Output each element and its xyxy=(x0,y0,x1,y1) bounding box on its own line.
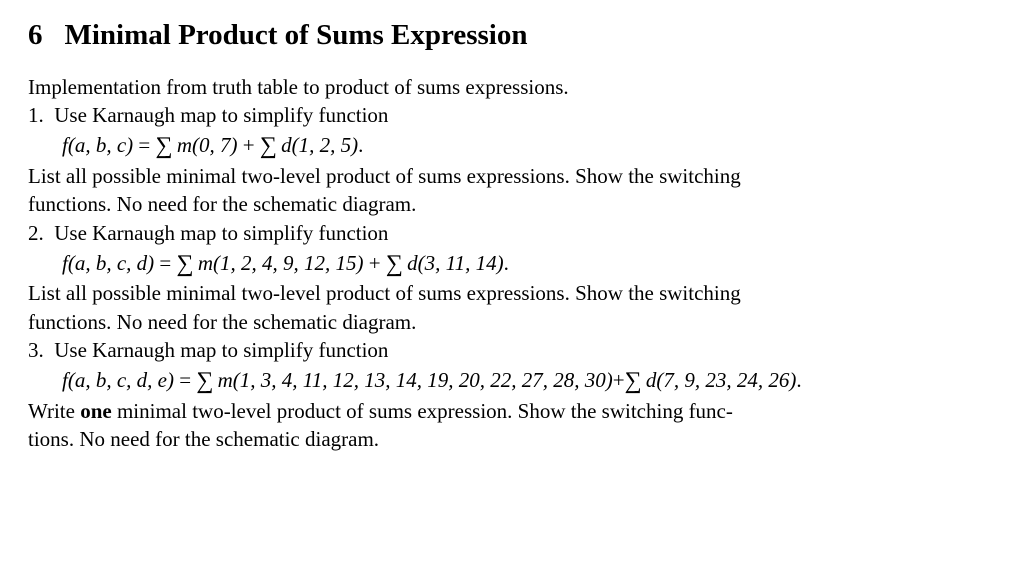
q3-tail-b: tions. No need for the schematic diagram… xyxy=(28,425,996,453)
q3-tail-a: Write xyxy=(28,399,80,423)
q1-dlist: d(1, 2, 5) xyxy=(281,133,358,157)
q3-fn-lhs: f(a, b, c, d, e) xyxy=(62,368,174,392)
q3-mlist: m(1, 3, 4, 11, 12, 13, 14, 19, 20, 22, 2… xyxy=(218,368,613,392)
q1-mlist: m(0, 7) xyxy=(177,133,238,157)
q1-fn: f(a, b, c) = ∑ m(0, 7) + ∑ d(1, 2, 5). xyxy=(28,129,996,161)
sigma-icon: ∑ xyxy=(260,133,277,159)
dot: . xyxy=(504,251,509,275)
section-title: Minimal Product of Sums Expression xyxy=(65,19,528,51)
dot: . xyxy=(358,133,363,157)
q2-tail-a: List all possible minimal two-level prod… xyxy=(28,279,996,307)
sigma-icon: ∑ xyxy=(177,251,194,277)
plus-no-space: + xyxy=(613,368,625,392)
q3-number: 3. xyxy=(28,338,44,362)
q2-fn-lhs: f(a, b, c, d) xyxy=(62,251,154,275)
q1-fn-lhs: f(a, b, c) xyxy=(62,133,133,157)
intro-line: Implementation from truth table to produ… xyxy=(28,73,996,101)
plus: + xyxy=(237,133,259,157)
q2-tail-b: functions. No need for the schematic dia… xyxy=(28,308,996,336)
sigma-icon: ∑ xyxy=(196,368,213,394)
sigma-icon: ∑ xyxy=(625,368,642,394)
q3-dlist: d(7, 9, 23, 24, 26) xyxy=(646,368,797,392)
q2-lead: 2. Use Karnaugh map to simplify function xyxy=(28,219,996,247)
sigma-icon: ∑ xyxy=(156,133,173,159)
q2-mlist: m(1, 2, 4, 9, 12, 15) xyxy=(198,251,364,275)
q1-tail-b: functions. No need for the schematic dia… xyxy=(28,190,996,218)
eq: = xyxy=(133,133,155,157)
eq: = xyxy=(174,368,196,392)
eq: = xyxy=(154,251,176,275)
q2-number: 2. xyxy=(28,221,44,245)
body-text: Implementation from truth table to produ… xyxy=(28,73,996,454)
q2-lead-text: Use Karnaugh map to simplify function xyxy=(54,221,388,245)
q3-lead: 3. Use Karnaugh map to simplify function xyxy=(28,336,996,364)
q3-tail-bold: one xyxy=(80,399,112,423)
sigma-icon: ∑ xyxy=(386,251,403,277)
q3-tail-a-line: Write one minimal two-level product of s… xyxy=(28,397,996,425)
page: 6 Minimal Product of Sums Expression Impl… xyxy=(0,0,1024,453)
q1-number: 1. xyxy=(28,103,44,127)
q3-lead-text: Use Karnaugh map to simplify function xyxy=(54,338,388,362)
plus: + xyxy=(363,251,385,275)
dot: . xyxy=(796,368,801,392)
q1-tail-a: List all possible minimal two-level prod… xyxy=(28,162,996,190)
section-number: 6 xyxy=(28,18,43,53)
q1-lead-text: Use Karnaugh map to simplify function xyxy=(54,103,388,127)
q3-tail-a2: minimal two-level product of sums expres… xyxy=(112,399,733,423)
q2-fn: f(a, b, c, d) = ∑ m(1, 2, 4, 9, 12, 15) … xyxy=(28,247,996,279)
q1-lead: 1. Use Karnaugh map to simplify function xyxy=(28,101,996,129)
section-heading: 6 Minimal Product of Sums Expression xyxy=(28,18,996,53)
q3-fn: f(a, b, c, d, e) = ∑ m(1, 3, 4, 11, 12, … xyxy=(28,364,996,396)
q2-dlist: d(3, 11, 14) xyxy=(407,251,503,275)
